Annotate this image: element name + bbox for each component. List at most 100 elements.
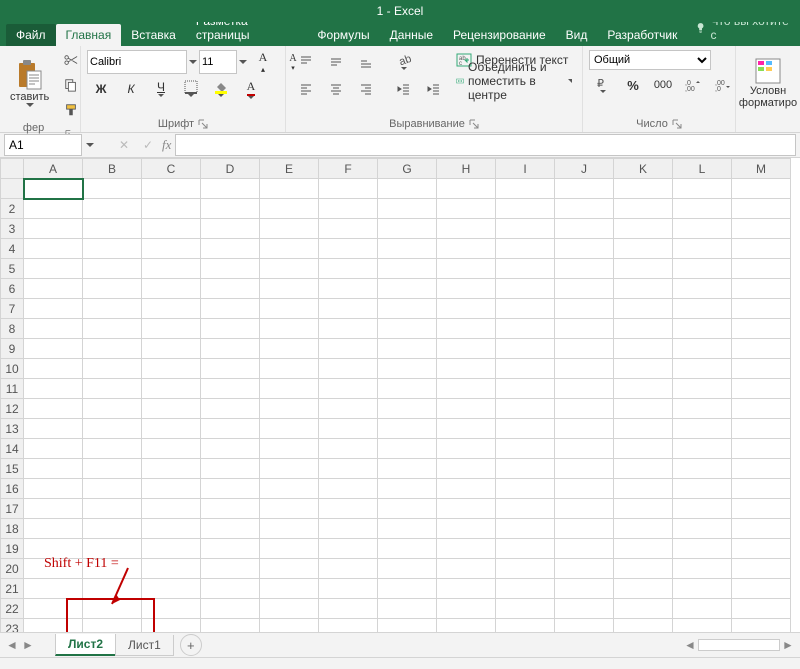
- cell[interactable]: [83, 239, 142, 259]
- cell[interactable]: [614, 619, 673, 633]
- cell[interactable]: [496, 319, 555, 339]
- cell[interactable]: [437, 279, 496, 299]
- cell[interactable]: [319, 339, 378, 359]
- cell[interactable]: [496, 359, 555, 379]
- cell[interactable]: [732, 239, 791, 259]
- cell[interactable]: [614, 219, 673, 239]
- cell[interactable]: [378, 559, 437, 579]
- cell[interactable]: [496, 179, 555, 199]
- cell[interactable]: [437, 439, 496, 459]
- cell[interactable]: [673, 359, 732, 379]
- cell[interactable]: [378, 199, 437, 219]
- row-header[interactable]: 23: [1, 619, 24, 633]
- cell[interactable]: [319, 379, 378, 399]
- cell[interactable]: [83, 459, 142, 479]
- cell[interactable]: [378, 439, 437, 459]
- column-header[interactable]: B: [83, 159, 142, 179]
- row-header[interactable]: 20: [1, 559, 24, 579]
- cell[interactable]: [142, 379, 201, 399]
- cell[interactable]: [555, 479, 614, 499]
- cell[interactable]: [437, 539, 496, 559]
- cell[interactable]: [201, 519, 260, 539]
- cell[interactable]: [142, 599, 201, 619]
- row-header[interactable]: 16: [1, 479, 24, 499]
- cell[interactable]: [555, 379, 614, 399]
- cell[interactable]: [732, 579, 791, 599]
- cell[interactable]: [83, 559, 142, 579]
- cell[interactable]: [260, 379, 319, 399]
- cell[interactable]: [319, 399, 378, 419]
- horizontal-scrollbar[interactable]: [698, 639, 780, 651]
- cell[interactable]: [496, 479, 555, 499]
- tab-home[interactable]: Главная: [56, 24, 122, 46]
- cell[interactable]: [378, 179, 437, 199]
- cell[interactable]: [555, 339, 614, 359]
- cell[interactable]: [496, 199, 555, 219]
- row-header[interactable]: 5: [1, 259, 24, 279]
- cell[interactable]: [201, 419, 260, 439]
- cell[interactable]: [260, 539, 319, 559]
- number-format-combo[interactable]: Общий: [589, 50, 711, 70]
- cell[interactable]: [24, 339, 83, 359]
- cell[interactable]: [732, 199, 791, 219]
- cell[interactable]: [673, 319, 732, 339]
- cell[interactable]: [142, 279, 201, 299]
- cell[interactable]: [201, 259, 260, 279]
- cell[interactable]: [614, 479, 673, 499]
- row-header[interactable]: 2: [1, 199, 24, 219]
- cell[interactable]: [201, 319, 260, 339]
- cell[interactable]: [378, 219, 437, 239]
- cell[interactable]: [260, 519, 319, 539]
- cell[interactable]: [24, 459, 83, 479]
- cell[interactable]: [24, 199, 83, 219]
- cell[interactable]: [378, 599, 437, 619]
- cell[interactable]: [614, 439, 673, 459]
- cell[interactable]: [24, 239, 83, 259]
- cell[interactable]: [201, 399, 260, 419]
- row-header[interactable]: 6: [1, 279, 24, 299]
- cell[interactable]: [319, 559, 378, 579]
- row-header[interactable]: 18: [1, 519, 24, 539]
- cell[interactable]: [437, 339, 496, 359]
- cell[interactable]: [378, 379, 437, 399]
- cell[interactable]: [319, 219, 378, 239]
- cell[interactable]: [614, 399, 673, 419]
- cell[interactable]: [83, 599, 142, 619]
- cell[interactable]: [673, 519, 732, 539]
- cell[interactable]: [83, 199, 142, 219]
- cell[interactable]: [555, 319, 614, 339]
- cell[interactable]: [673, 279, 732, 299]
- cell[interactable]: [673, 399, 732, 419]
- cell[interactable]: [732, 419, 791, 439]
- cell[interactable]: [142, 579, 201, 599]
- italic-button[interactable]: К: [117, 77, 145, 101]
- cell[interactable]: [24, 619, 83, 633]
- cell[interactable]: [142, 199, 201, 219]
- cell[interactable]: [24, 559, 83, 579]
- cell[interactable]: [555, 419, 614, 439]
- cell[interactable]: [24, 259, 83, 279]
- cell[interactable]: [437, 319, 496, 339]
- cell[interactable]: [378, 299, 437, 319]
- cell[interactable]: [83, 499, 142, 519]
- cell[interactable]: [260, 239, 319, 259]
- cell[interactable]: [732, 219, 791, 239]
- cell[interactable]: [83, 179, 142, 199]
- cell[interactable]: [732, 279, 791, 299]
- align-middle-button[interactable]: [322, 50, 350, 74]
- cell[interactable]: [142, 259, 201, 279]
- cell[interactable]: [24, 399, 83, 419]
- row-header[interactable]: 9: [1, 339, 24, 359]
- sheet-nav-next[interactable]: ►: [20, 637, 36, 653]
- cell[interactable]: [142, 499, 201, 519]
- cell[interactable]: [732, 319, 791, 339]
- cell[interactable]: [24, 419, 83, 439]
- cell[interactable]: [260, 399, 319, 419]
- cell[interactable]: [614, 359, 673, 379]
- tab-developer[interactable]: Разработчик: [597, 24, 687, 46]
- row-header[interactable]: 17: [1, 499, 24, 519]
- cell[interactable]: [614, 299, 673, 319]
- cell[interactable]: [614, 419, 673, 439]
- cell[interactable]: [319, 499, 378, 519]
- cell[interactable]: [319, 519, 378, 539]
